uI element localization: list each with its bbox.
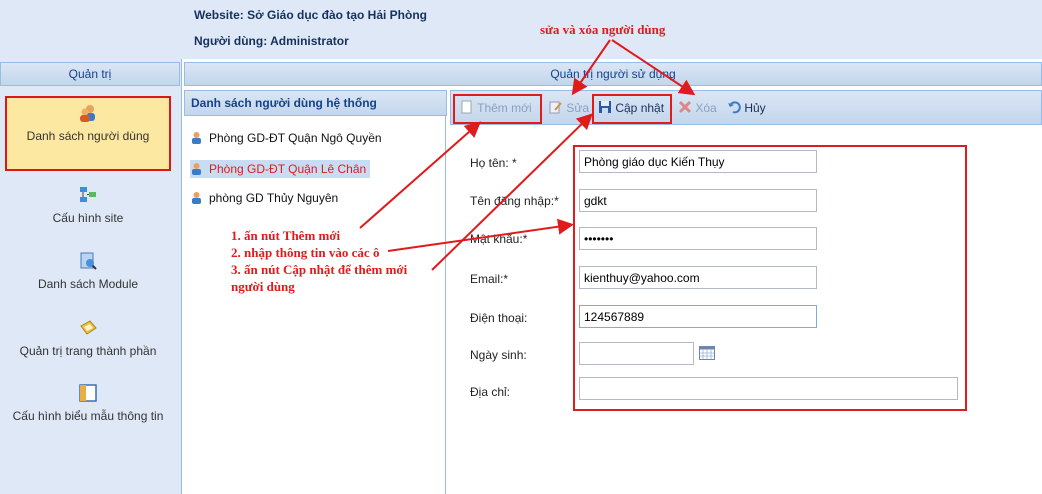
annotation-box-add [453,94,542,124]
nav-item-label: Danh sách người dùng [26,129,150,143]
birthday-label: Ngày sinh: [470,348,527,362]
form-config-icon [79,384,97,402]
fullname-label: Họ tên: * [470,156,517,170]
left-panel-title: Quản trị [0,62,180,86]
user-list-item-label: phòng GD Thủy Nguyên [209,191,339,205]
undo-icon [728,101,741,114]
nav-item-users[interactable]: Danh sách người dùng [0,103,176,143]
edit-button[interactable]: Sửa [549,97,589,119]
nav-item-label: Quản trị trang thành phần [19,344,157,358]
nav-item-label: Danh sách Module [37,277,139,291]
user-list-item[interactable]: Phòng GD-ĐT Quận Ngô Quyền [190,129,382,147]
annotation-step1: 1. ấn nút Thêm mới [231,228,341,243]
header-website: Website: Sở Giáo dục đào tạo Hải Phòng [194,8,427,22]
annotation-edit-delete: sửa và xóa người dùng [540,22,666,37]
delete-icon [678,100,692,114]
email-label: Email:* [470,272,509,286]
sitemap-icon [80,187,96,202]
cancel-button-label[interactable]: Hủy [744,101,765,115]
cancel-button[interactable]: Hủy [727,97,766,119]
annotation-box-update [592,94,672,124]
nav-item-modules[interactable]: Danh sách Module [0,251,176,291]
module-icon [80,252,97,270]
header-user: Người dùng: Administrator [194,34,349,48]
components-icon [80,320,97,335]
user-list-item-label: Phòng GD-ĐT Quận Ngô Quyền [209,131,382,145]
annotation-step3-cont: người dùng [231,279,295,294]
user-icon [192,192,201,204]
nav-item-form-config[interactable]: Cấu hình biểu mẫu thông tin [0,383,176,423]
delete-button[interactable]: Xóa [678,97,717,119]
user-list-item[interactable]: phòng GD Thủy Nguyên [190,189,338,207]
user-list-item-selected[interactable]: Phòng GD-ĐT Quận Lê Chân [190,160,371,178]
delete-button-label: Xóa [695,101,717,115]
username-label: Tên đăng nhập:* [470,194,559,208]
address-label: Địa chỉ: [470,385,511,399]
annotation-step2: 2. nhập thông tin vào các ô [231,245,380,260]
edit-button-label: Sửa [566,101,590,115]
annotation-box-form [573,145,967,411]
user-icon [192,132,201,144]
edit-icon [549,101,562,114]
user-icon [192,163,201,175]
annotation-step3: 3. ấn nút Cập nhật để thêm mới [231,262,408,277]
nav-item-label: Cấu hình biểu mẫu thông tin [12,409,164,423]
main-panel-title: Quản trị người sử dụng [184,62,1042,86]
nav-item-components[interactable]: Quản trị trang thành phần [0,318,176,358]
nav-item-label: Cấu hình site [52,211,124,225]
nav-item-site-config[interactable]: Cấu hình site [0,185,176,225]
users-icon [80,105,95,122]
user-list-title: Danh sách người dùng hệ thống [184,90,447,116]
password-label: Mật khẩu:* [470,232,528,246]
user-list-panel [184,90,446,494]
header [0,0,1042,59]
phone-label: Điện thoại: [470,311,528,325]
user-list-item-label: Phòng GD-ĐT Quận Lê Chân [209,162,367,176]
